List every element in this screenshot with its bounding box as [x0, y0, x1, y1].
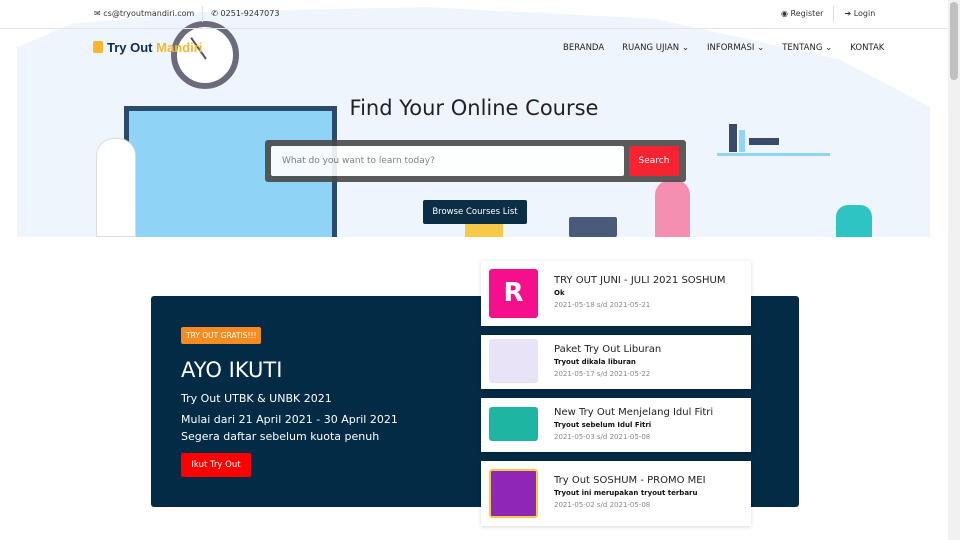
- nav-informasi[interactable]: INFORMASI ⌄: [707, 43, 764, 53]
- site-logo[interactable]: Try Out Mandiri: [93, 40, 202, 55]
- register-label: Register: [790, 9, 824, 18]
- page-scrollbar[interactable]: [948, 0, 960, 540]
- bookshelf-illustration: [717, 118, 830, 158]
- course-desc: Ok: [554, 289, 565, 297]
- email-link[interactable]: ✉ cs@tryoutmandiri.com: [94, 9, 194, 22]
- course-title: Try Out SOSHUM - PROMO MEI: [554, 475, 706, 486]
- main-nav: BERANDA RUANG UJIAN ⌄ INFORMASI ⌄ TENTAN…: [563, 43, 884, 53]
- clock-illustration: [171, 21, 239, 89]
- nav-ruang-ujian[interactable]: RUANG UJIAN ⌄: [622, 43, 689, 53]
- course-card[interactable]: Try Out SOSHUM - PROMO MEI Tryout ini me…: [481, 461, 751, 526]
- course-title: TRY OUT JUNI - JULI 2021 SOSHUM: [554, 275, 726, 286]
- promo-subtitle: Try Out UTBK & UNBK 2021: [181, 392, 332, 405]
- laptop-illustration: [569, 217, 617, 237]
- phone-text: 0251-9247073: [220, 9, 280, 18]
- user-circle-icon: ◉: [781, 9, 788, 18]
- course-dates: 2021-05-02 s/d 2021-05-08: [554, 501, 651, 509]
- course-card[interactable]: New Try Out Menjelang Idul Fitri Tryout …: [481, 398, 751, 452]
- chevron-down-icon: ⌄: [681, 43, 689, 53]
- teacher-illustration: [96, 138, 136, 237]
- course-card[interactable]: R TRY OUT JUNI - JULI 2021 SOSHUM Ok 202…: [481, 261, 751, 326]
- course-title: Paket Try Out Liburan: [554, 344, 662, 355]
- course-thumbnail: R: [489, 269, 538, 318]
- course-thumbnail: [489, 339, 538, 383]
- search-bar: Search: [265, 140, 686, 182]
- sign-in-icon: ➔: [844, 9, 852, 18]
- nav-kontak[interactable]: KONTAK: [850, 43, 884, 53]
- join-tryout-button[interactable]: Ikut Try Out: [181, 453, 251, 477]
- envelope-icon: ✉: [94, 9, 101, 18]
- email-text: cs@tryoutmandiri.com: [103, 9, 195, 18]
- course-title: New Try Out Menjelang Idul Fitri: [554, 407, 714, 418]
- top-bar: ✉ cs@tryoutmandiri.com ✆ 0251-9247073 ◉ …: [0, 0, 948, 29]
- nav-label: RUANG UJIAN: [622, 43, 680, 53]
- promo-heading: AYO IKUTI: [181, 358, 283, 382]
- course-dates: 2021-05-03 s/d 2021-05-08: [554, 433, 651, 441]
- logo-text: Try Out: [107, 40, 153, 55]
- divider: [833, 6, 835, 22]
- login-label: Login: [853, 9, 876, 18]
- search-button[interactable]: Search: [629, 146, 679, 176]
- chevron-down-icon: ⌄: [825, 43, 833, 53]
- course-desc: Tryout dikala liburan: [554, 358, 636, 366]
- register-link[interactable]: ◉ Register: [781, 9, 823, 22]
- nav-label: TENTANG: [782, 43, 823, 53]
- page: ✉ cs@tryoutmandiri.com ✆ 0251-9247073 ◉ …: [0, 0, 948, 540]
- course-dates: 2021-05-18 s/d 2021-05-21: [554, 301, 651, 309]
- promo-badge: TRY OUT GRATIS!!!: [181, 327, 262, 344]
- phone-link[interactable]: ✆ 0251-9247073: [211, 9, 279, 22]
- nav-tentang[interactable]: TENTANG ⌄: [782, 43, 832, 53]
- promo-note: Segera daftar sebelum kuota penuh: [181, 430, 380, 443]
- student-illustration: [836, 205, 872, 237]
- student-illustration: [655, 180, 690, 237]
- phone-icon: ✆: [211, 9, 218, 18]
- logo-text-accent: Mandiri: [156, 40, 203, 55]
- promo-date: Mulai dari 21 April 2021 - 30 April 2021: [181, 413, 398, 426]
- hero-title: Find Your Online Course: [349, 96, 599, 120]
- divider: [202, 6, 204, 22]
- nav-beranda[interactable]: BERANDA: [563, 43, 604, 53]
- browse-courses-button[interactable]: Browse Courses List: [423, 200, 527, 224]
- chevron-down-icon: ⌄: [757, 43, 765, 53]
- search-input[interactable]: [271, 146, 624, 176]
- nav-label: INFORMASI: [706, 43, 755, 53]
- logo-icon: [93, 41, 103, 53]
- course-card[interactable]: Paket Try Out Liburan Tryout dikala libu…: [481, 335, 751, 389]
- course-desc: Tryout ini merupakan tryout terbaru: [554, 489, 698, 497]
- course-dates: 2021-05-17 s/d 2021-05-22: [554, 370, 651, 378]
- course-thumbnail: [489, 469, 538, 518]
- course-desc: Tryout sebelum Idul Fitri: [554, 421, 652, 429]
- scrollbar-thumb[interactable]: [950, 2, 958, 80]
- course-thumbnail: [489, 407, 538, 441]
- login-link[interactable]: ➔ Login: [844, 9, 875, 22]
